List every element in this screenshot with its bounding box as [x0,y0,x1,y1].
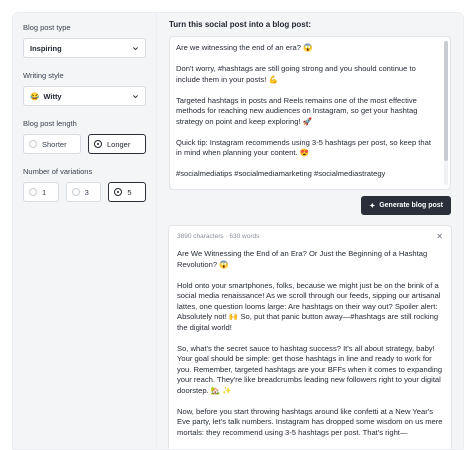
chevron-down-icon [133,47,138,51]
variation-option-1[interactable]: 1 [23,182,59,202]
writing-style-value: Witty [43,91,62,101]
variation-option-5[interactable]: 5 [108,182,146,202]
writing-style-select[interactable]: 😂 Witty [23,86,146,106]
post-paragraph: Are we witnessing the end of an era? 😱 [176,43,313,52]
variations-options: 1 3 5 [23,182,146,202]
sparkle-icon: ✦ [369,202,376,210]
page: Blog post type Inspiring Writing style 😂… [12,12,464,450]
length-label: Blog post length [23,119,77,128]
result-body: Are We Witnessing the End of an Era? Or … [177,249,443,438]
variation-option-3[interactable]: 3 [65,182,102,202]
laughing-emoji-icon: 😂 [30,91,40,101]
post-type-label: Blog post type [23,23,71,32]
length-option-longer[interactable]: Longer [88,134,146,154]
social-post-textarea[interactable]: Are we witnessing the end of an era? 😱 D… [169,36,451,190]
scrollbar[interactable] [444,41,448,185]
close-icon[interactable]: ✕ [436,232,443,241]
post-hashtags: #socialmediatips #socialmediamarketing #… [176,169,386,178]
length-option-shorter[interactable]: Shorter [23,134,81,154]
post-paragraph: Quick tip: Instagram recommends using 3-… [176,137,434,158]
variation-option-label: 5 [127,187,132,197]
result-paragraph: Are We Witnessing the End of an Era? Or … [177,249,428,269]
result-paragraph: Now, before you start throwing hashtags … [177,406,443,437]
radio-icon [71,188,80,196]
radio-selected-icon [94,140,102,148]
result-card: 3890 characters · 630 words ✕ Are We Wit… [168,225,452,449]
generate-button-label: Generate blog post [379,202,443,209]
variation-option-label: 1 [42,187,47,197]
main-title: Turn this social post into a blog post: [169,20,312,29]
main-panel: Turn this social post into a blog post: … [156,12,464,450]
length-option-label: Longer [107,139,131,149]
scrollbar-thumb[interactable] [444,41,448,161]
chevron-down-icon [133,95,138,99]
writing-style-label: Writing style [23,71,64,80]
result-paragraph: Hold onto your smartphones, folks, becau… [177,280,441,332]
length-option-label: Shorter [42,139,67,149]
result-header: 3890 characters · 630 words ✕ [177,232,443,241]
post-type-value: Inspiring [30,43,62,53]
radio-icon [29,188,37,196]
variation-option-label: 3 [84,187,89,197]
variations-label: Number of variations [23,167,93,176]
radio-icon [29,140,37,148]
post-paragraph: Targeted hashtags in posts and Reels rem… [176,95,420,126]
post-paragraph: Don't worry, #hashtags are still going s… [176,64,418,84]
result-paragraph: So, what's the secret sauce to hashtag s… [177,343,443,395]
result-meta: 3890 characters · 630 words [177,233,260,240]
length-options: Shorter Longer [23,134,146,154]
generate-row: ✦ Generate blog post [169,196,451,215]
post-type-select[interactable]: Inspiring [23,38,146,58]
generate-blog-post-button[interactable]: ✦ Generate blog post [361,196,451,215]
radio-selected-icon [114,188,123,196]
settings-panel: Blog post type Inspiring Writing style 😂… [12,12,156,450]
